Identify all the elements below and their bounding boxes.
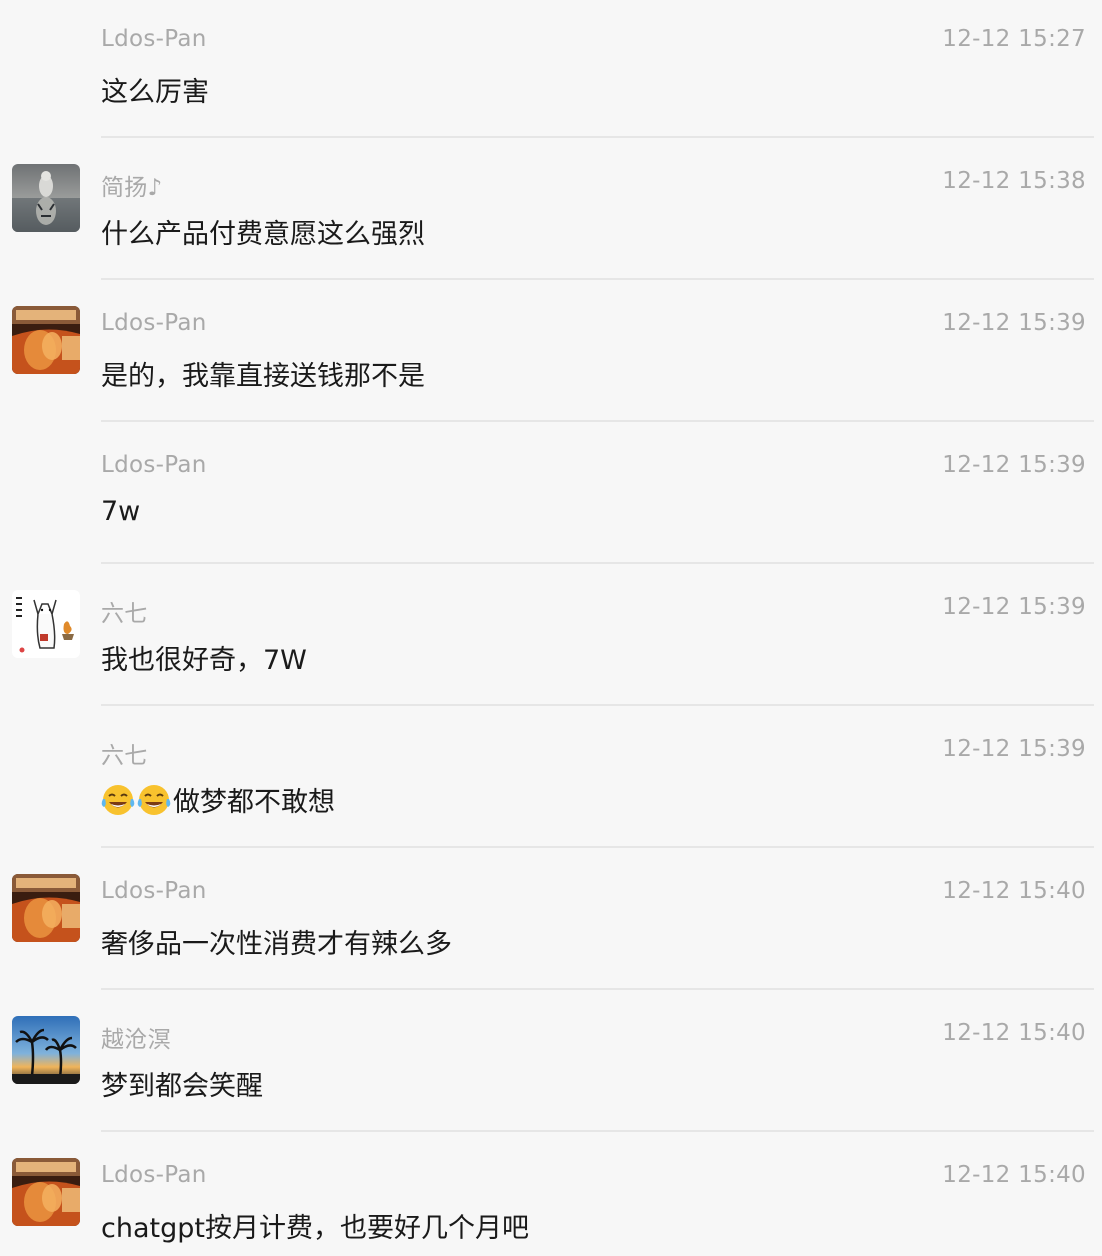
message-text: chatgpt按月计费，也要好几个月吧 [101, 1213, 529, 1244]
sender-name[interactable]: 简扬♪ [101, 168, 163, 202]
sender-name[interactable]: 六七 [101, 736, 148, 770]
chat-message: Ldos-Pan 12-12 15:27 这么厉害 [0, 0, 1102, 142]
sender-name[interactable]: Ldos-Pan [101, 878, 207, 904]
chat-message: Ldos-Pan 12-12 15:40 chatgpt按月计费，也要好几个月吧 [0, 1136, 1102, 1256]
message-time: 12-12 15:40 [942, 1162, 1086, 1188]
girl-in-car-avatar[interactable] [12, 1158, 80, 1226]
chat-message: Ldos-Pan 12-12 15:40 奢侈品一次性消费才有辣么多 [0, 852, 1102, 994]
girl-in-car-avatar[interactable] [12, 306, 80, 374]
message-text: 7w [101, 496, 141, 527]
tears-of-joy-emoji [137, 785, 171, 815]
message-text: 这么厉害 [101, 77, 209, 108]
message-divider [101, 988, 1094, 990]
message-text-body: 做梦都不敢想 [173, 787, 335, 818]
message-divider [101, 846, 1094, 848]
message-divider [101, 1130, 1094, 1132]
chat-message: 简扬♪ 12-12 15:38 什么产品付费意愿这么强烈 [0, 142, 1102, 284]
message-time: 12-12 15:27 [942, 26, 1086, 52]
palm-tree-sunset-avatar[interactable] [12, 1016, 80, 1084]
sender-name[interactable]: Ldos-Pan [101, 310, 207, 336]
message-text: 梦到都会笑醒 [101, 1071, 263, 1102]
sender-name[interactable]: Ldos-Pan [101, 26, 207, 52]
sender-name[interactable]: 越沧溟 [101, 1020, 171, 1054]
sender-name[interactable]: Ldos-Pan [101, 452, 207, 478]
message-text: 做梦都不敢想 [101, 780, 335, 819]
chat-message: 越沧溟 12-12 15:40 梦到都会笑醒 [0, 994, 1102, 1136]
chat-message: 六七 12-12 15:39 我也很好奇，7W [0, 568, 1102, 710]
message-divider [101, 420, 1094, 422]
sender-name[interactable]: 六七 [101, 594, 148, 628]
cat-tiger-reflection-avatar[interactable] [12, 164, 80, 232]
message-divider [101, 562, 1094, 564]
message-time: 12-12 15:38 [942, 168, 1086, 194]
message-time: 12-12 15:39 [942, 736, 1086, 762]
sender-name[interactable]: Ldos-Pan [101, 1162, 207, 1188]
message-time: 12-12 15:39 [942, 310, 1086, 336]
message-divider [101, 278, 1094, 280]
chat-message: Ldos-Pan 12-12 15:39 是的，我靠直接送钱那不是 [0, 284, 1102, 426]
girl-in-car-avatar[interactable] [12, 874, 80, 942]
message-time: 12-12 15:40 [942, 1020, 1086, 1046]
message-time: 12-12 15:40 [942, 878, 1086, 904]
message-time: 12-12 15:39 [942, 452, 1086, 478]
message-divider [101, 704, 1094, 706]
chat-message: 六七 12-12 15:39 做梦都不敢想 [0, 710, 1102, 852]
message-time: 12-12 15:39 [942, 594, 1086, 620]
tears-of-joy-emoji [101, 785, 135, 815]
chat-message: Ldos-Pan 12-12 15:39 7w [0, 426, 1102, 568]
message-text: 什么产品付费意愿这么强烈 [101, 219, 425, 250]
sketch-dog-avatar[interactable] [12, 590, 80, 658]
message-divider [101, 136, 1094, 138]
message-text: 我也很好奇，7W [101, 645, 307, 676]
message-text: 奢侈品一次性消费才有辣么多 [101, 929, 452, 960]
chat-message-list[interactable]: Ldos-Pan 12-12 15:27 这么厉害 简扬♪ 12-12 15:3… [0, 0, 1102, 1256]
message-text: 是的，我靠直接送钱那不是 [101, 361, 425, 392]
